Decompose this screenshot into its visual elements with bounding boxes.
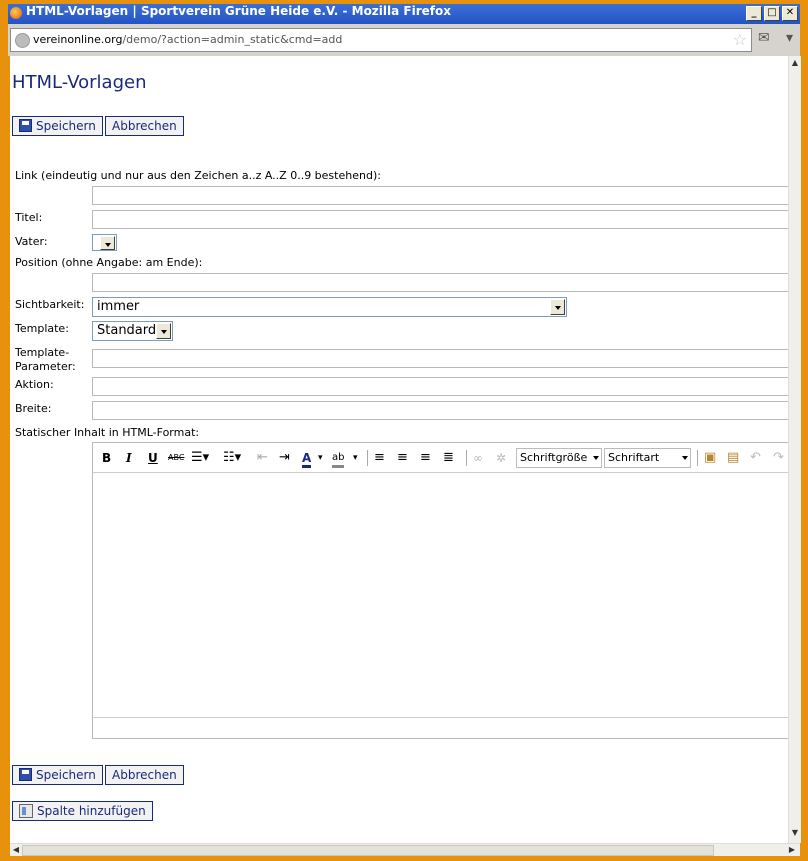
width-input[interactable] bbox=[92, 401, 788, 420]
chevron-down-icon bbox=[100, 236, 115, 250]
toolbar-separator bbox=[697, 450, 698, 466]
undo-icon[interactable]: ↶ bbox=[750, 451, 761, 465]
firefox-icon bbox=[10, 7, 22, 19]
add-column-button[interactable]: Spalte hinzufügen bbox=[12, 801, 153, 821]
chevron-down-icon bbox=[156, 323, 171, 339]
title-input[interactable] bbox=[92, 210, 788, 229]
save-icon bbox=[19, 119, 32, 132]
cancel-button-bottom[interactable]: Abbrechen bbox=[105, 765, 184, 785]
align-justify-icon[interactable]: ≣ bbox=[443, 451, 454, 465]
paste-icon[interactable]: ▣ bbox=[704, 451, 716, 465]
parent-select[interactable] bbox=[92, 234, 117, 251]
column-icon bbox=[19, 804, 33, 818]
link-label: Link (eindeutig und nur aus den Zeichen … bbox=[15, 169, 381, 182]
close-button[interactable]: ✕ bbox=[782, 6, 798, 21]
url-text: vereinonline.org/demo/?action=admin_stat… bbox=[33, 33, 343, 46]
toolbar-separator bbox=[367, 450, 368, 466]
chevron-down-icon[interactable]: ▾ bbox=[353, 451, 358, 465]
scroll-left-icon[interactable]: ◀ bbox=[10, 844, 22, 856]
position-input[interactable] bbox=[92, 273, 788, 292]
italic-button[interactable]: I bbox=[126, 451, 132, 465]
save-icon bbox=[19, 768, 32, 781]
horizontal-scrollbar[interactable]: ◀ ▶ bbox=[10, 843, 800, 856]
cancel-button-top[interactable]: Abbrechen bbox=[105, 116, 184, 136]
template-params-input[interactable] bbox=[92, 349, 788, 368]
chevron-down-icon bbox=[550, 299, 565, 315]
font-family-select[interactable]: Schriftart bbox=[604, 448, 691, 468]
paste-text-icon[interactable]: ▤ bbox=[727, 451, 739, 465]
align-right-icon[interactable]: ≡ bbox=[420, 451, 431, 465]
window-title: HTML-Vorlagen | Sportverein Grüne Heide … bbox=[26, 4, 451, 18]
underline-button[interactable]: U bbox=[148, 451, 158, 465]
outdent-icon[interactable]: ⇤ bbox=[257, 451, 268, 465]
highlight-color-button[interactable]: ab bbox=[332, 451, 345, 468]
position-label: Position (ohne Angabe: am Ende): bbox=[15, 256, 203, 269]
minimize-button[interactable]: _ bbox=[746, 6, 762, 21]
action-label: Aktion: bbox=[15, 378, 54, 391]
chevron-down-icon bbox=[682, 456, 688, 460]
template-label: Template: bbox=[15, 322, 69, 335]
visibility-select[interactable]: immer bbox=[92, 297, 567, 317]
numbered-list-icon[interactable]: ☷▾ bbox=[223, 451, 241, 465]
font-color-button[interactable]: A bbox=[302, 451, 312, 468]
vertical-scrollbar[interactable]: ▲ ▼ bbox=[788, 56, 801, 843]
menu-chevron-icon[interactable]: ▾ bbox=[786, 30, 793, 46]
indent-icon[interactable]: ⇥ bbox=[279, 451, 290, 465]
browser-navbar: vereinonline.org/demo/?action=admin_stat… bbox=[8, 24, 800, 56]
template-value: Standard bbox=[97, 323, 157, 338]
bullet-list-icon[interactable]: ☰▾ bbox=[191, 451, 209, 465]
template-params-label-line2: Parameter: bbox=[15, 360, 76, 373]
page-content: HTML-Vorlagen Speichern Abbrechen Link (… bbox=[10, 56, 788, 843]
window-titlebar: HTML-Vorlagen | Sportverein Grüne Heide … bbox=[8, 4, 800, 24]
bookmark-star-icon[interactable]: ☆ bbox=[733, 29, 747, 51]
globe-icon bbox=[15, 33, 30, 48]
visibility-value: immer bbox=[97, 299, 140, 314]
chevron-down-icon[interactable]: ▾ bbox=[318, 451, 323, 465]
page-title: HTML-Vorlagen bbox=[12, 72, 147, 93]
scroll-down-icon[interactable]: ▼ bbox=[789, 828, 801, 842]
save-button-bottom[interactable]: Speichern bbox=[12, 765, 103, 785]
html-editor[interactable]: B I U ABC ☰▾ ☷▾ ⇤ ⇥ A ▾ ab ▾ ≡ ≡ ≡ ≣ ∞ ✲… bbox=[92, 442, 788, 739]
unlink-icon[interactable]: ✲ bbox=[496, 451, 506, 465]
width-label: Breite: bbox=[15, 402, 52, 415]
editor-toolbar: B I U ABC ☰▾ ☷▾ ⇤ ⇥ A ▾ ab ▾ ≡ ≡ ≡ ≣ ∞ ✲… bbox=[93, 443, 788, 473]
scroll-right-icon[interactable]: ▶ bbox=[786, 844, 798, 856]
template-params-label-line1: Template- bbox=[15, 346, 70, 359]
strikethrough-button[interactable]: ABC bbox=[168, 451, 184, 465]
scrollbar-thumb[interactable] bbox=[22, 845, 714, 856]
font-size-select[interactable]: Schriftgröße bbox=[516, 448, 602, 468]
scroll-up-icon[interactable]: ▲ bbox=[789, 58, 801, 72]
action-input[interactable] bbox=[92, 377, 788, 396]
maximize-button[interactable]: □ bbox=[764, 6, 780, 21]
bold-button[interactable]: B bbox=[102, 451, 111, 465]
visibility-label: Sichtbarkeit: bbox=[15, 298, 85, 311]
align-center-icon[interactable]: ≡ bbox=[397, 451, 408, 465]
addon-icon[interactable]: ✉ bbox=[758, 30, 770, 46]
toolbar-separator bbox=[466, 450, 467, 466]
save-button-top[interactable]: Speichern bbox=[12, 116, 103, 136]
content-label: Statischer Inhalt in HTML-Format: bbox=[15, 426, 200, 439]
link-icon[interactable]: ∞ bbox=[473, 451, 483, 465]
align-left-icon[interactable]: ≡ bbox=[374, 451, 385, 465]
template-select[interactable]: Standard bbox=[92, 321, 173, 341]
parent-label: Vater: bbox=[15, 235, 48, 248]
link-input[interactable] bbox=[92, 186, 788, 205]
editor-statusbar bbox=[93, 717, 788, 738]
url-bar[interactable]: vereinonline.org/demo/?action=admin_stat… bbox=[10, 28, 752, 52]
redo-icon[interactable]: ↷ bbox=[773, 451, 784, 465]
title-label: Titel: bbox=[15, 211, 43, 224]
chevron-down-icon bbox=[593, 456, 599, 460]
